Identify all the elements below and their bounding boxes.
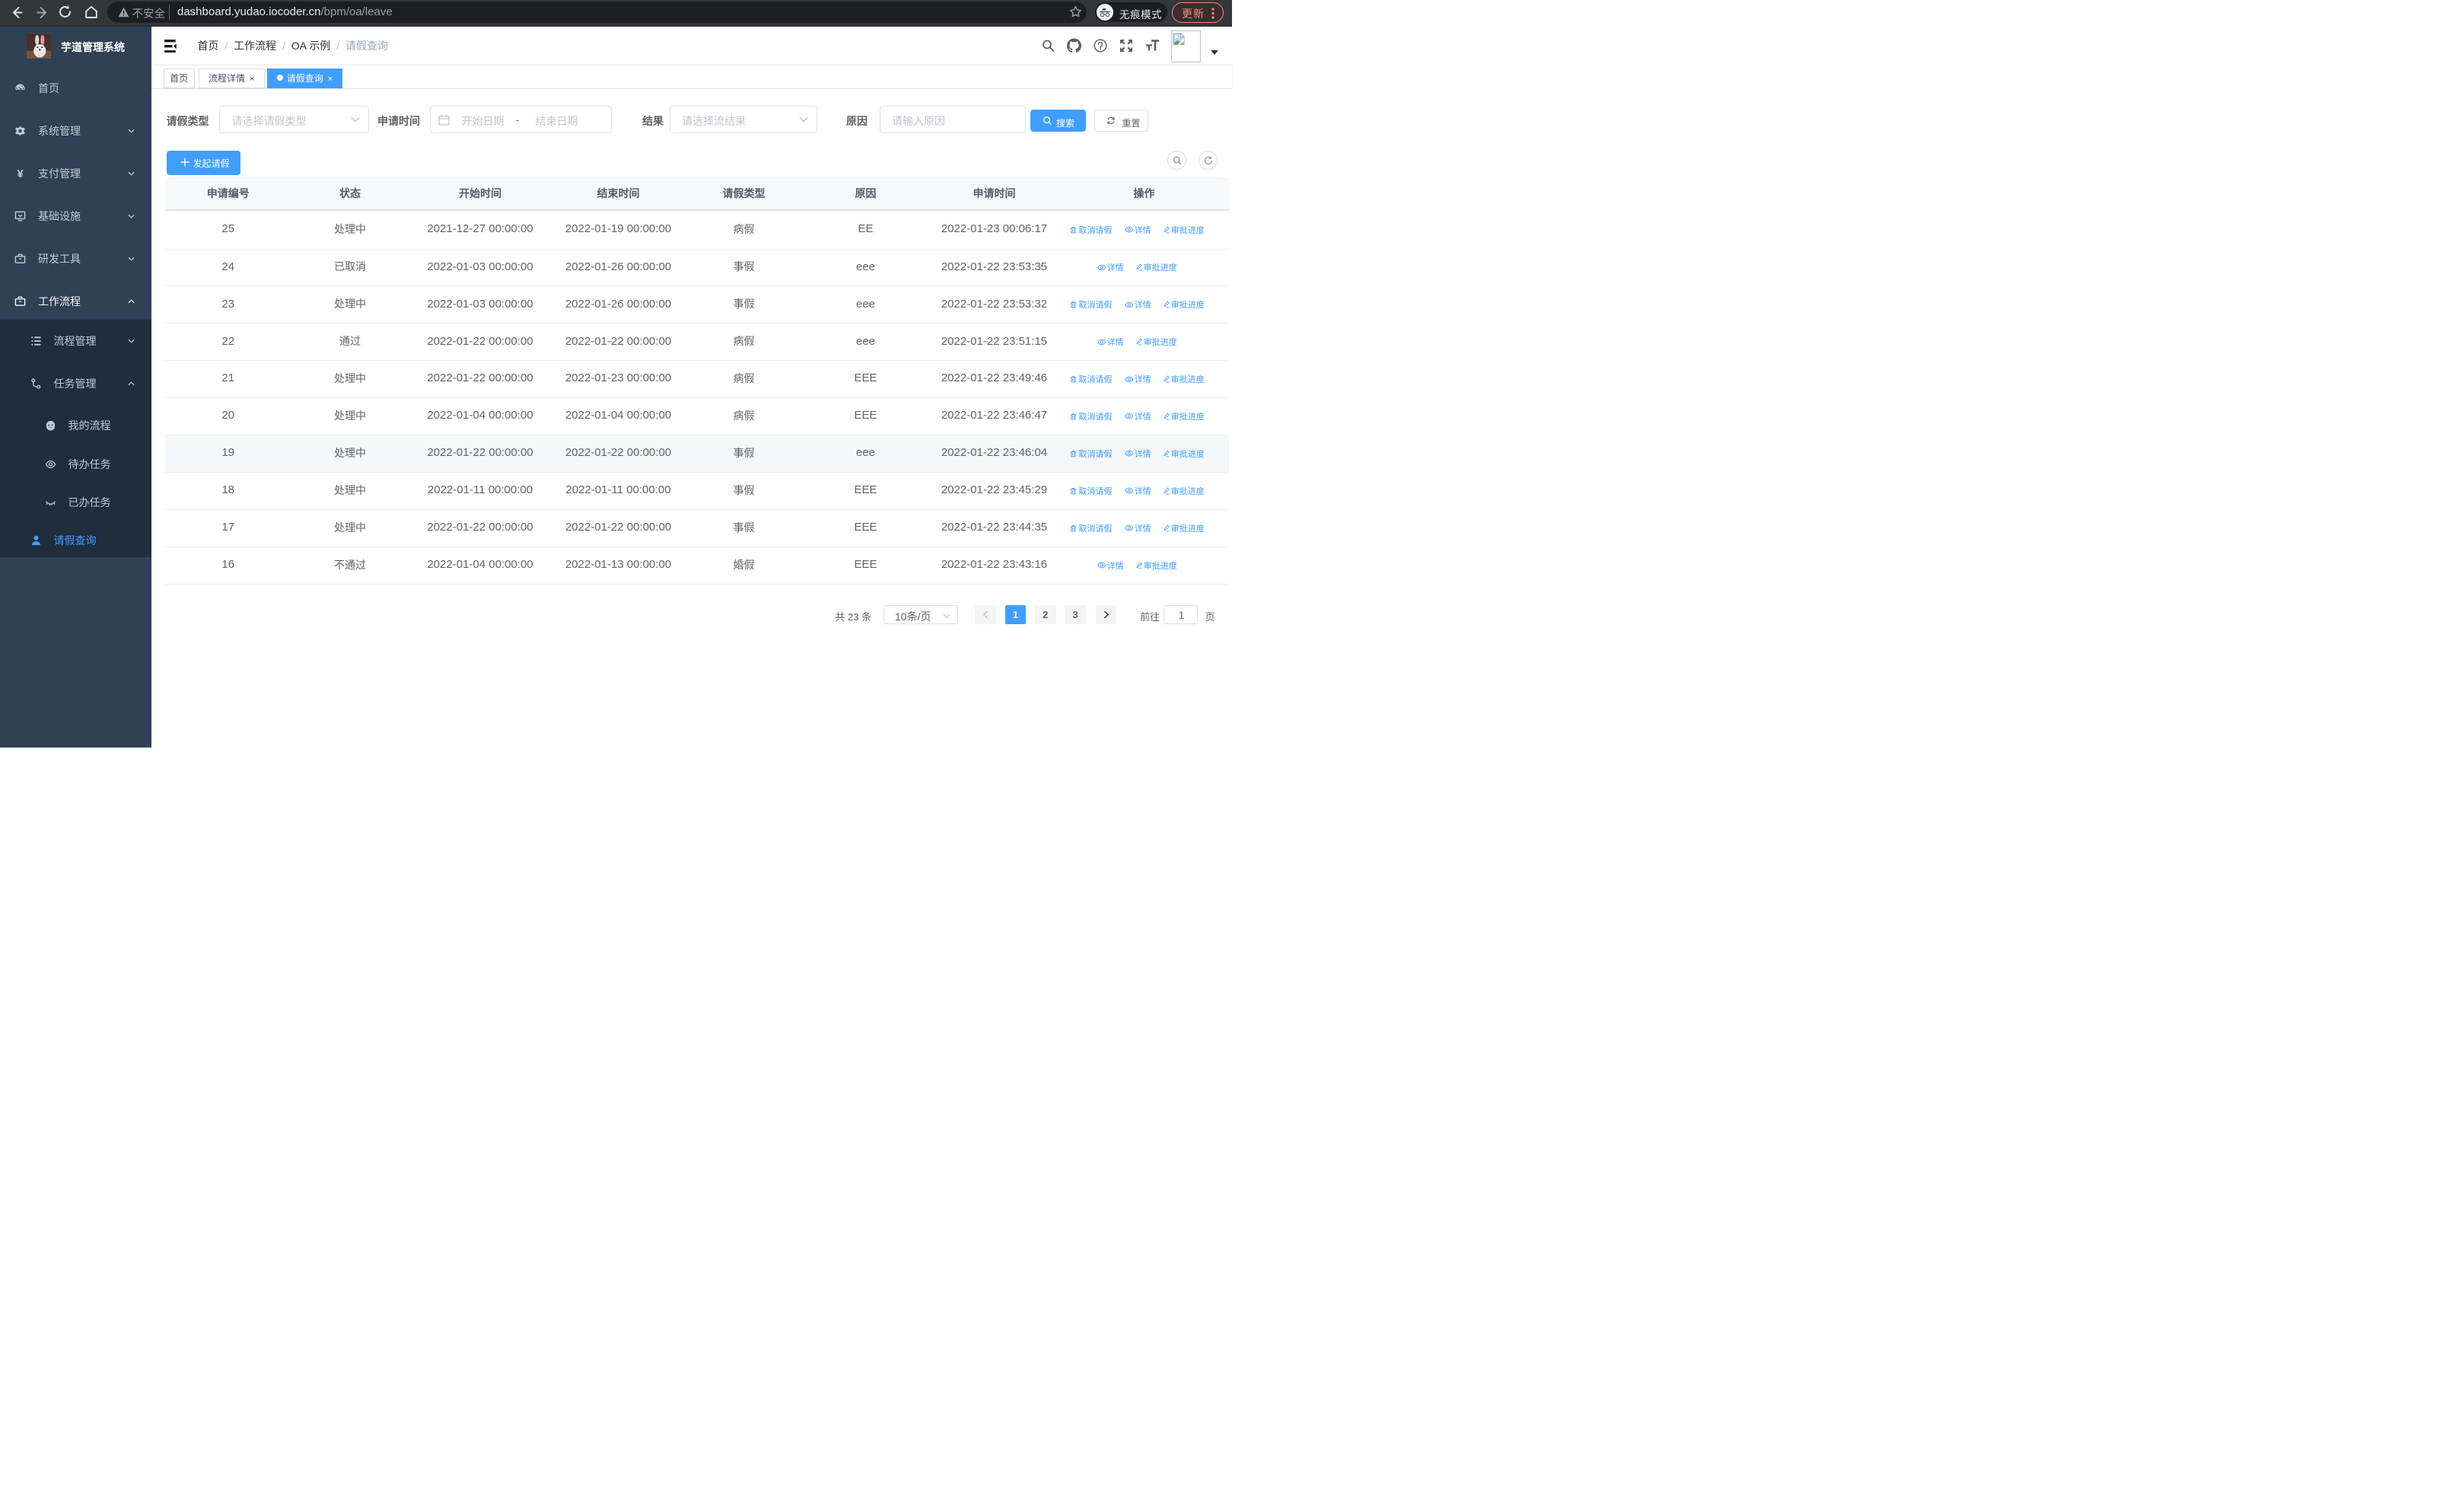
svg-text:¥: ¥ (17, 167, 24, 179)
